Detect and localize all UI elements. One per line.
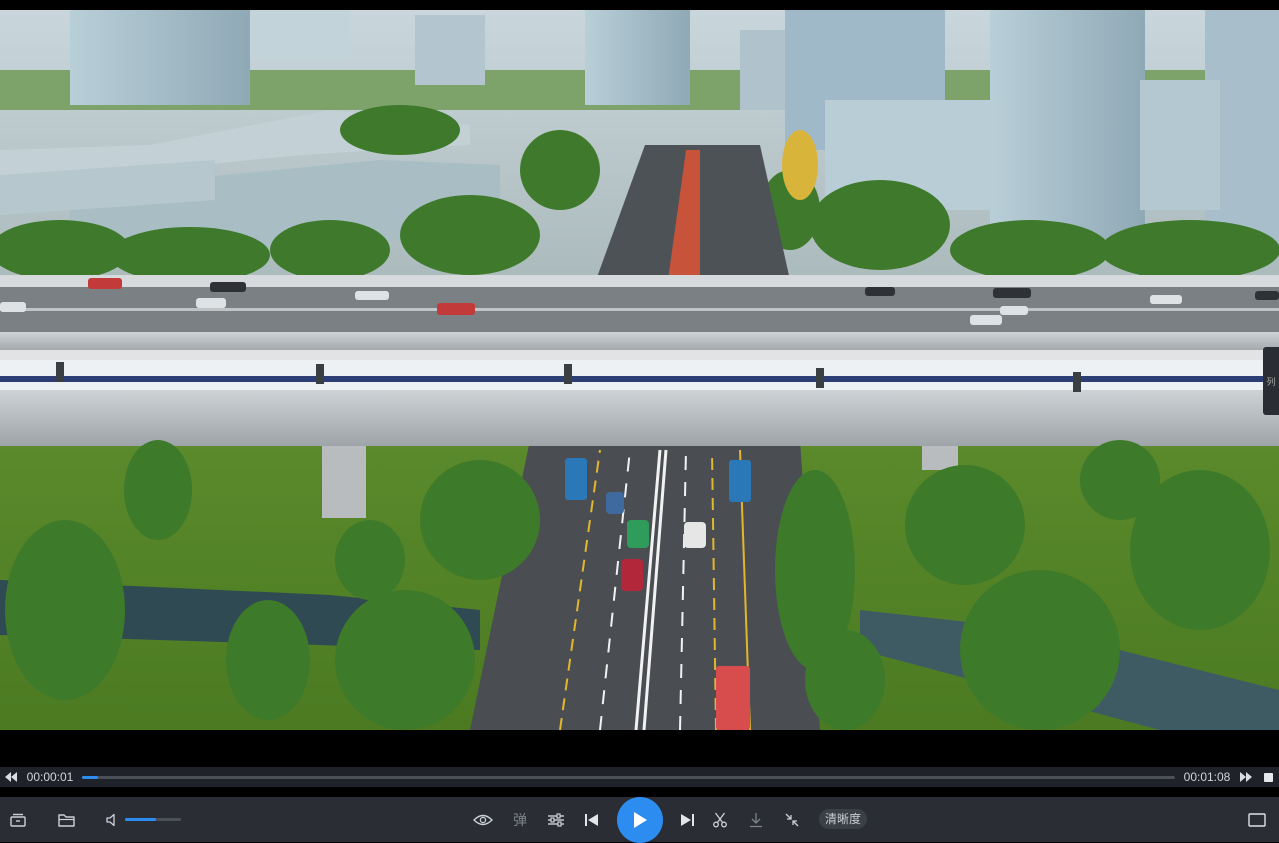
control-bar: 弹 清晰度	[0, 797, 1279, 843]
volume-icon	[106, 813, 115, 826]
stop-icon	[1263, 772, 1273, 782]
download-button[interactable]	[745, 797, 767, 842]
fast-forward-button[interactable]	[1235, 767, 1257, 787]
quality-label: 清晰度	[825, 812, 862, 826]
progress-slider[interactable]	[82, 775, 1175, 779]
fast-forward-icon	[1240, 772, 1252, 782]
current-time: 00:00:01	[26, 770, 74, 784]
library-button[interactable]	[6, 797, 30, 842]
previous-icon	[584, 813, 598, 826]
settings-button[interactable]	[545, 797, 567, 842]
video-scene	[0, 10, 1279, 730]
fullscreen-icon	[1248, 812, 1266, 827]
danmaku-button[interactable]: 弹	[509, 797, 531, 842]
equalizer-icon	[548, 812, 564, 827]
progress-row: 00:00:01 00:01:08	[0, 767, 1279, 787]
eye-icon	[473, 814, 493, 825]
fullscreen-button[interactable]	[1245, 797, 1269, 842]
total-time: 00:01:08	[1183, 770, 1231, 784]
eye-protect-button[interactable]	[472, 797, 494, 842]
play-button[interactable]	[617, 797, 663, 843]
download-icon	[750, 812, 762, 827]
quality-button[interactable]: 清晰度	[819, 809, 868, 829]
cut-button[interactable]	[709, 797, 731, 842]
next-icon	[680, 813, 694, 826]
open-file-button[interactable]	[54, 797, 78, 842]
play-icon	[634, 812, 647, 828]
stop-button[interactable]	[1257, 767, 1279, 787]
scissors-icon	[713, 812, 727, 827]
side-handle-label: 列	[1266, 376, 1276, 387]
rewind-button[interactable]	[0, 767, 22, 787]
folder-icon	[57, 813, 75, 827]
rewind-icon	[5, 772, 17, 782]
shrink-icon	[785, 813, 799, 826]
volume-fill	[125, 818, 156, 821]
side-panel-handle[interactable]: 列	[1263, 347, 1279, 415]
progress-fill	[82, 775, 99, 779]
danmaku-label: 弹	[513, 811, 527, 828]
library-icon	[10, 813, 26, 827]
previous-button[interactable]	[581, 797, 601, 842]
video-frame[interactable]: 列	[0, 10, 1279, 730]
volume-slider[interactable]	[125, 818, 181, 821]
next-button[interactable]	[677, 797, 697, 842]
volume-button[interactable]	[101, 797, 123, 842]
shrink-button[interactable]	[781, 797, 803, 842]
